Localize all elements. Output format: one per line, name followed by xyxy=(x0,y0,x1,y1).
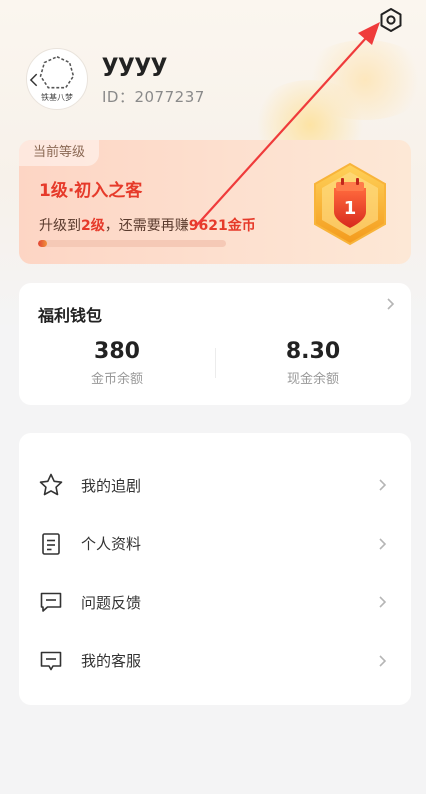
decor-glow xyxy=(300,40,426,120)
customer-service-icon xyxy=(40,651,62,671)
menu-item-customer-service[interactable]: 我的客服 xyxy=(19,632,411,691)
level-progress-bar xyxy=(38,240,226,247)
avatar[interactable]: 铁基八梦 xyxy=(26,48,88,110)
menu-item-my-shows[interactable]: 我的追剧 xyxy=(19,456,411,515)
level-badge-number: 1 xyxy=(344,198,357,219)
upgrade-hint: 升级到2级，还需要再赚9621金币 xyxy=(39,215,256,235)
chevron-right-icon xyxy=(379,538,387,550)
level-tag: 当前等级 xyxy=(19,140,100,166)
chevron-right-icon xyxy=(379,596,387,608)
avatar-caption: 铁基八梦 xyxy=(41,93,73,102)
upgrade-target: 2级 xyxy=(81,218,105,234)
menu-item-label: 问题反馈 xyxy=(81,593,142,612)
level-progress-fill xyxy=(38,240,48,247)
upgrade-prefix: 升级到 xyxy=(39,218,81,234)
level-card[interactable]: 当前等级 1级·初入之客 升级到2级，还需要再赚9621金币 1 xyxy=(19,140,411,264)
menu-item-label: 我的追剧 xyxy=(81,476,142,495)
username: yyyy xyxy=(102,48,168,77)
star-icon xyxy=(39,473,63,496)
menu-item-profile[interactable]: 个人资料 xyxy=(19,515,411,574)
menu-item-label: 我的客服 xyxy=(81,652,142,671)
cash-value: 8.30 xyxy=(285,339,341,364)
document-icon xyxy=(42,532,60,555)
level-name: 1级·初入之客 xyxy=(39,181,143,201)
cash-label: 现金余额 xyxy=(286,372,339,387)
feedback-icon xyxy=(40,592,62,613)
coins-balance[interactable]: 380 金币余额 xyxy=(19,338,215,387)
menu-item-feedback[interactable]: 问题反馈 xyxy=(19,573,411,632)
upgrade-amount: 9621金币 xyxy=(188,218,256,234)
menu-item-label: 个人资料 xyxy=(81,535,142,554)
settings-button[interactable] xyxy=(377,6,405,34)
chevron-right-icon xyxy=(387,298,395,310)
level-badge-icon: 1 xyxy=(314,162,386,246)
menu-list: 我的追剧 个人资料 问题反馈 我的客服 xyxy=(19,433,411,705)
settings-gear-icon xyxy=(380,8,402,32)
wallet-title: 福利钱包 xyxy=(38,306,103,325)
coins-value: 380 xyxy=(94,339,140,364)
cash-balance[interactable]: 8.30 现金余额 xyxy=(215,338,411,387)
user-id: ID：2077237 xyxy=(102,88,205,106)
coins-label: 金币余额 xyxy=(90,372,143,387)
chevron-right-icon xyxy=(379,479,387,491)
wallet-card[interactable]: 福利钱包 380 金币余额 8.30 现金余额 xyxy=(19,283,411,405)
upgrade-middle: ，还需要再赚 xyxy=(104,218,189,234)
chevron-right-icon xyxy=(379,655,387,667)
